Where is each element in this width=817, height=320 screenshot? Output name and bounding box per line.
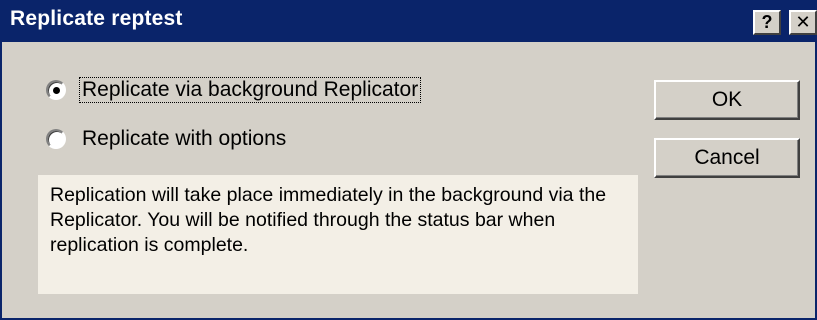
help-icon: ? xyxy=(761,12,773,32)
ok-button[interactable]: OK xyxy=(654,80,800,120)
info-panel: Replication will take place immediately … xyxy=(38,175,638,294)
radio-label-with-options[interactable]: Replicate with options xyxy=(80,127,288,151)
title-bar[interactable]: Replicate reptest ? ✕ xyxy=(2,0,817,42)
radio-option-with-options[interactable]: Replicate with options xyxy=(46,125,288,153)
help-button[interactable]: ? xyxy=(753,10,781,35)
replicate-dialog: Replicate reptest ? ✕ Replicate via back… xyxy=(0,0,817,320)
window-title: Replicate reptest xyxy=(10,7,183,30)
radio-label-background-replicator[interactable]: Replicate via background Replicator xyxy=(78,77,422,103)
close-button[interactable]: ✕ xyxy=(789,10,817,35)
radio-selected-icon[interactable] xyxy=(46,80,66,100)
close-icon: ✕ xyxy=(795,12,811,32)
radio-option-background-replicator[interactable]: Replicate via background Replicator xyxy=(46,76,422,104)
cancel-button[interactable]: Cancel xyxy=(654,138,800,178)
info-text: Replication will take place immediately … xyxy=(50,184,607,256)
radio-dot xyxy=(53,87,60,94)
radio-unselected-icon[interactable] xyxy=(46,129,66,149)
